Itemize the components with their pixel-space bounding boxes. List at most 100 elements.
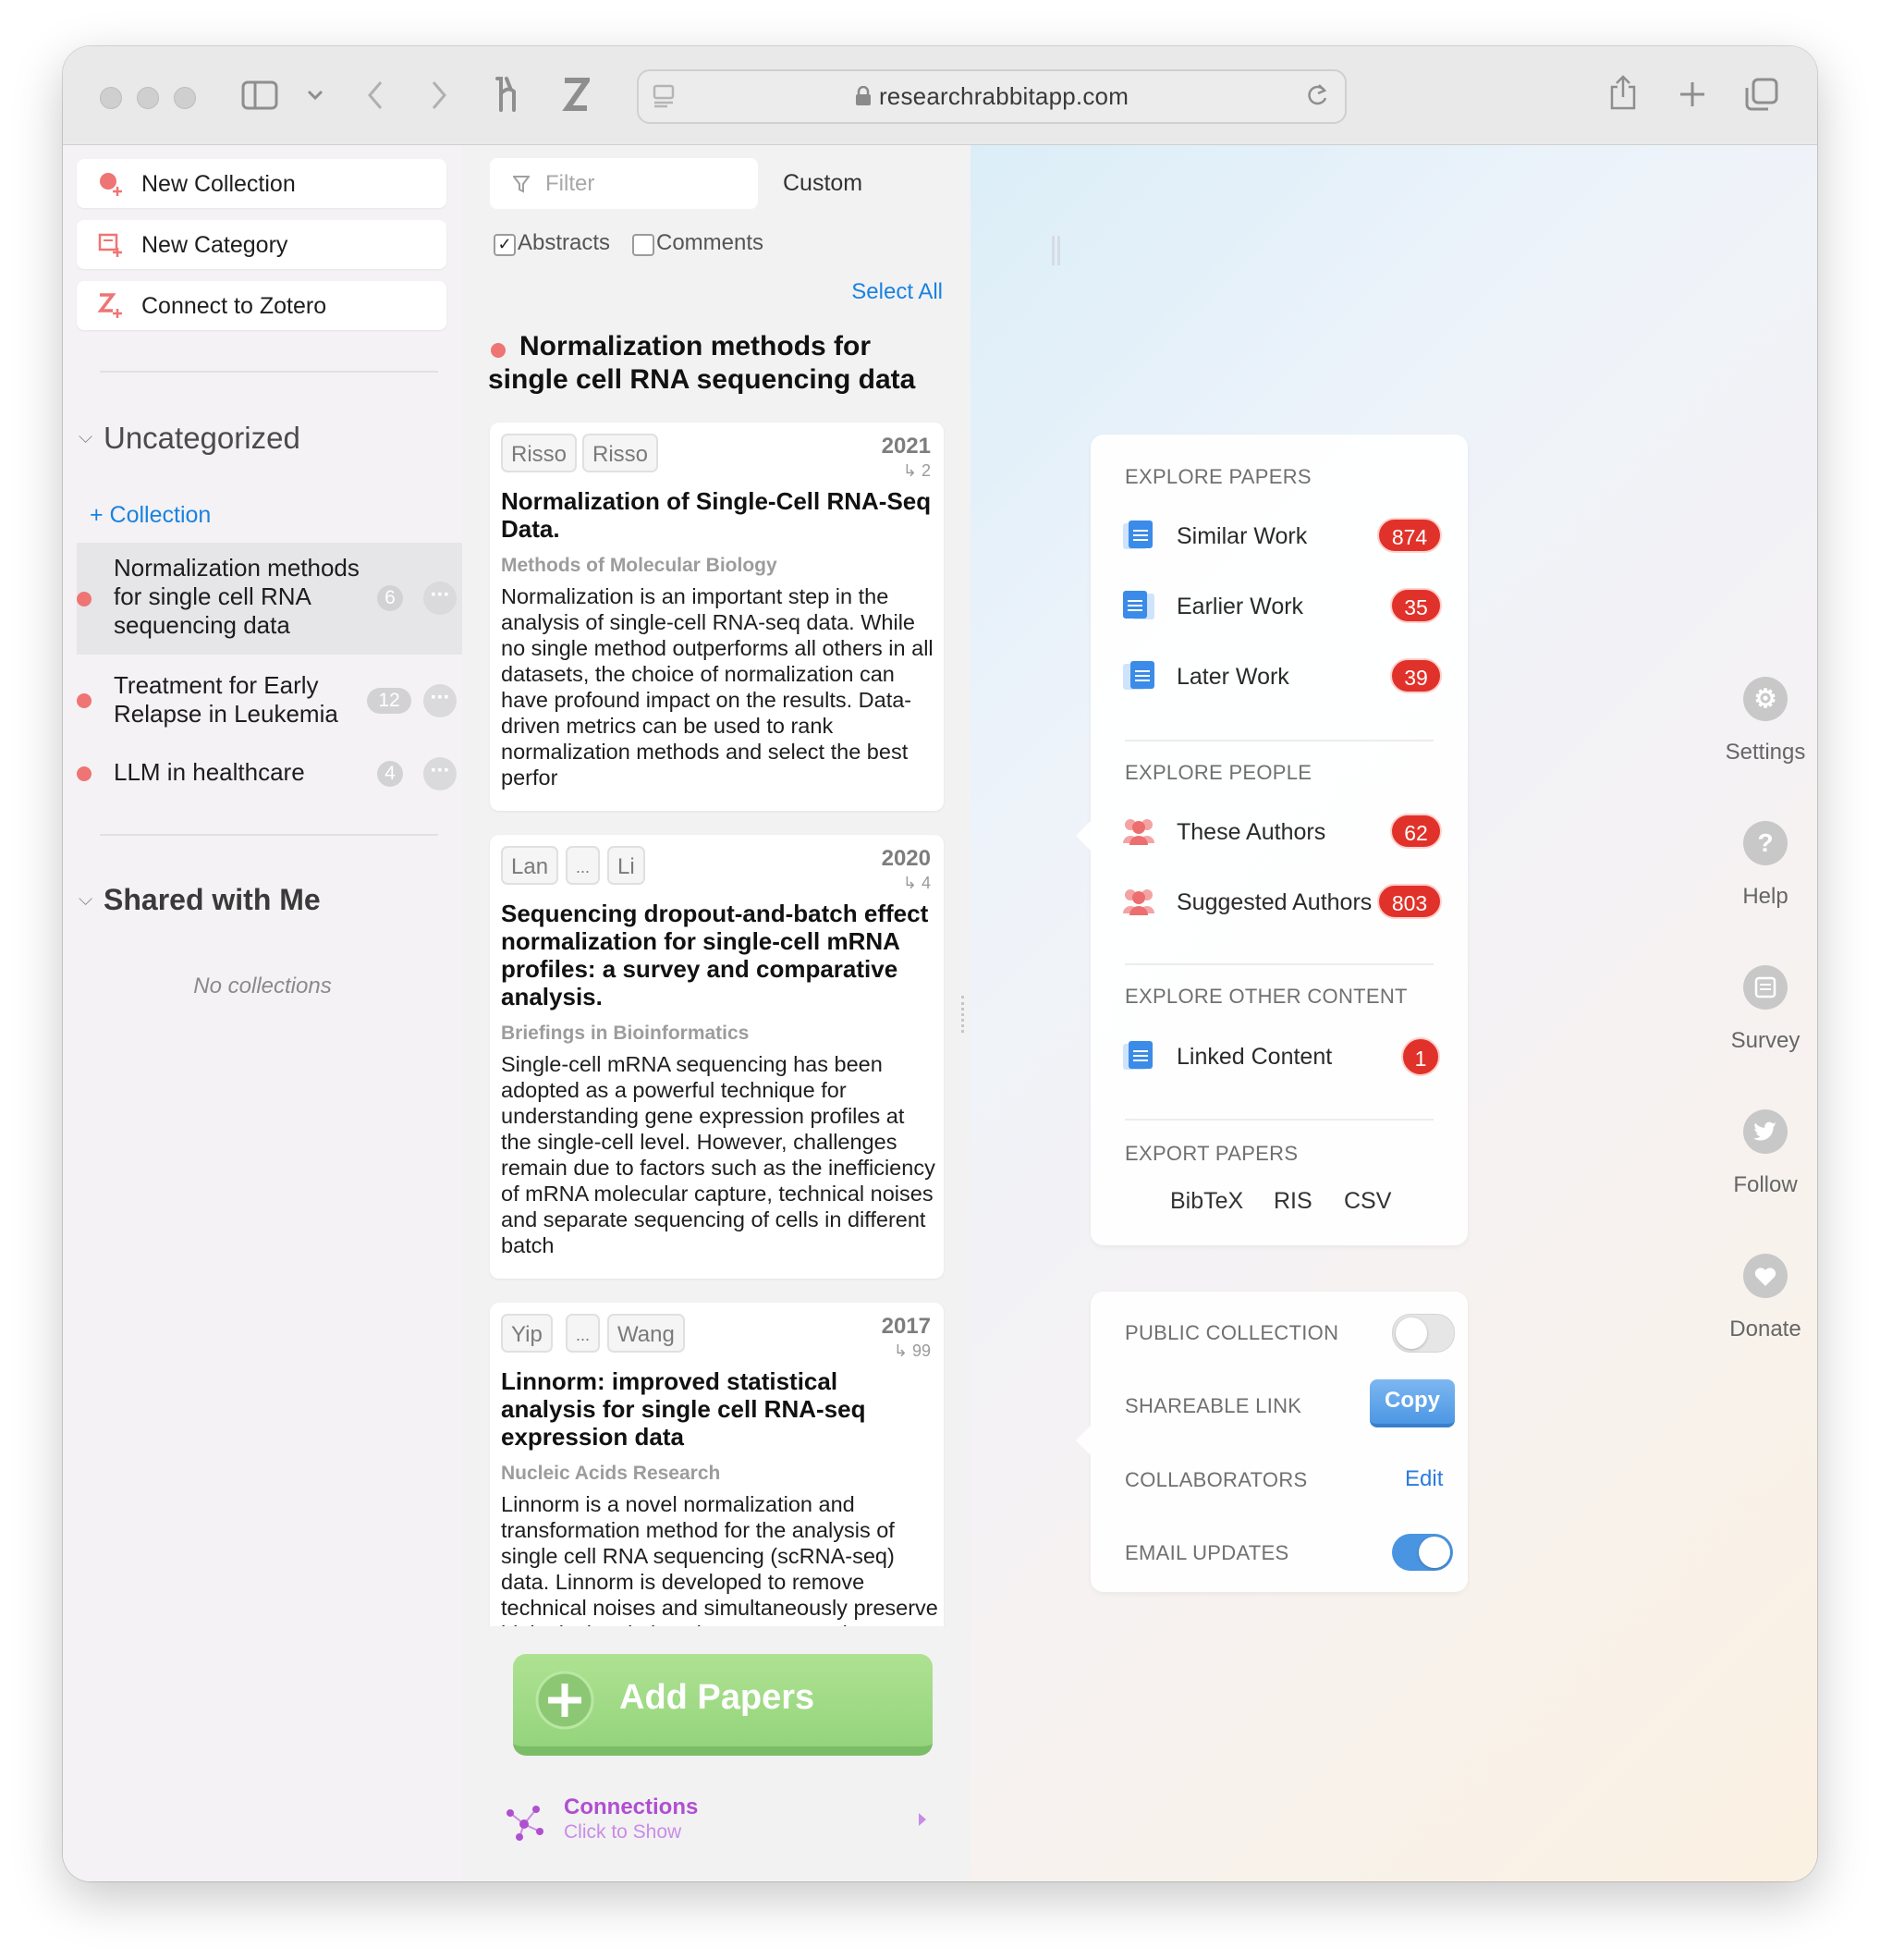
new-collection-label: New Collection [141, 171, 296, 197]
author-chip[interactable]: Risso [582, 434, 659, 472]
collection-count-badge: 6 [377, 585, 403, 611]
collection-dot-icon [77, 693, 92, 708]
connections-toggle[interactable]: Connections Click to Show [490, 1791, 943, 1850]
collections-sidebar: New Collection New Category Connect to Z… [63, 145, 462, 1881]
toggle-knob [1419, 1537, 1450, 1568]
address-bar[interactable]: researchrabbitapp.com [637, 69, 1347, 124]
card-pointer [1076, 1426, 1091, 1455]
collection-item[interactable]: Normalization methods for single cell RN… [77, 543, 462, 655]
paper-title[interactable]: Linnorm: improved statistical analysis f… [501, 1367, 935, 1451]
paper-card[interactable]: Risso Risso 2021 ↳ 2 Normalization of Si… [490, 423, 944, 811]
later-work-item[interactable]: Later Work 39 [1091, 649, 1468, 704]
new-collection-button[interactable]: New Collection [77, 159, 446, 208]
select-all-link[interactable]: Select All [851, 279, 943, 305]
citation-count: ↳ 4 [902, 874, 931, 892]
twitter-icon[interactable] [1743, 1109, 1788, 1154]
export-ris-button[interactable]: RIS [1274, 1188, 1312, 1215]
new-tab-icon[interactable] [1678, 80, 1707, 109]
add-collection-link[interactable]: + Collection [90, 502, 211, 529]
collection-item[interactable]: Treatment for Early Relapse in Leukemia … [77, 668, 462, 732]
tab-overview-icon[interactable] [1743, 76, 1780, 113]
collection-dot-icon [77, 766, 92, 781]
paper-card[interactable]: Lan ... Li 2020 ↳ 4 Sequencing dropout-a… [490, 835, 944, 1279]
comments-checkbox[interactable] [632, 234, 654, 256]
author-chip[interactable]: Li [607, 846, 645, 885]
author-chip[interactable]: ... [566, 846, 601, 885]
copy-link-button[interactable]: Copy [1370, 1379, 1455, 1427]
paper-journal: Briefings in Bioinformatics [501, 1023, 750, 1044]
more-options-icon[interactable]: ··· [423, 684, 457, 717]
earlier-work-count: 35 [1390, 588, 1442, 623]
connect-zotero-button[interactable]: Connect to Zotero [77, 281, 446, 330]
help-icon[interactable]: ? [1743, 821, 1788, 865]
paper-year: 2017 [881, 1314, 931, 1339]
these-authors-label: These Authors [1177, 819, 1326, 845]
more-options-icon[interactable]: ··· [423, 582, 457, 615]
earlier-work-label: Earlier Work [1177, 594, 1304, 619]
public-collection-label: PUBLIC COLLECTION [1125, 1321, 1339, 1344]
paper-title[interactable]: Sequencing dropout-and-batch effect norm… [501, 900, 935, 1011]
sidebar-toggle-icon[interactable] [241, 80, 278, 111]
collection-count-badge: 4 [377, 761, 403, 787]
survey-label[interactable]: Survey [1710, 1028, 1817, 1054]
donate-label[interactable]: Donate [1710, 1317, 1817, 1342]
paper-card[interactable]: Yip ... Wang 2017 ↳ 99 Linnorm: improved… [490, 1303, 944, 1626]
sort-dropdown[interactable]: Custom [783, 170, 862, 197]
paper-journal: Methods of Molecular Biology [501, 555, 777, 576]
earlier-work-item[interactable]: Earlier Work 35 [1091, 579, 1468, 634]
linked-content-item[interactable]: Linked Content 1 [1091, 1029, 1468, 1084]
share-icon[interactable] [1606, 72, 1640, 113]
settings-label[interactable]: Settings [1710, 740, 1817, 766]
card-pointer [1076, 821, 1091, 851]
survey-icon[interactable] [1743, 965, 1788, 1010]
heart-icon[interactable] [1743, 1254, 1788, 1298]
more-options-icon[interactable]: ··· [423, 757, 457, 790]
public-collection-toggle[interactable] [1392, 1314, 1455, 1353]
shared-with-me-heading[interactable]: Shared with Me [104, 883, 321, 917]
new-collection-icon [100, 173, 122, 196]
zotero-extension-icon[interactable] [560, 76, 592, 113]
author-chip[interactable]: Lan [501, 846, 559, 885]
edit-collaborators-link[interactable]: Edit [1405, 1466, 1443, 1492]
shared-chevron-icon[interactable]: ⌵ [79, 889, 92, 911]
resize-handle[interactable] [1052, 236, 1055, 265]
minimize-window-button[interactable] [137, 87, 159, 109]
chevron-down-icon[interactable] [305, 85, 325, 105]
paper-abstract: Single-cell mRNA sequencing has been ado… [501, 1052, 935, 1257]
citation-count: ↳ 2 [902, 461, 931, 480]
author-chip[interactable]: Wang [607, 1314, 685, 1353]
uncategorized-heading[interactable]: Uncategorized [104, 421, 300, 456]
author-chip[interactable]: Yip [501, 1314, 553, 1353]
author-chip[interactable]: ... [566, 1314, 601, 1353]
forward-icon[interactable] [427, 78, 451, 113]
collection-name: Treatment for Early Relapse in Leukemia [114, 671, 338, 728]
resize-handle[interactable] [1057, 236, 1060, 265]
help-label[interactable]: Help [1710, 884, 1817, 910]
close-window-button[interactable] [100, 87, 122, 109]
reload-icon[interactable] [1304, 82, 1330, 108]
filter-input[interactable]: Filter [490, 158, 758, 209]
collection-item[interactable]: LLM in healthcare 4 ··· [77, 751, 462, 797]
author-chip[interactable]: Risso [501, 434, 578, 472]
export-bibtex-button[interactable]: BibTeX [1170, 1188, 1243, 1215]
these-authors-item[interactable]: These Authors 62 [1091, 804, 1468, 860]
abstracts-checkbox[interactable]: ✓ [494, 234, 516, 256]
zoom-window-button[interactable] [174, 87, 196, 109]
add-papers-button[interactable]: Add Papers [513, 1654, 933, 1756]
export-csv-button[interactable]: CSV [1344, 1188, 1391, 1215]
earlier-work-icon [1123, 591, 1154, 619]
follow-label[interactable]: Follow [1710, 1172, 1817, 1198]
suggested-authors-item[interactable]: Suggested Authors 803 [1091, 875, 1468, 930]
explore-card: EXPLORE PAPERS Similar Work 874 Earlier … [1076, 435, 1468, 1245]
panel-drag-handle[interactable] [961, 996, 967, 1033]
email-updates-toggle[interactable] [1392, 1534, 1453, 1571]
paper-title[interactable]: Normalization of Single-Cell RNA-Seq Dat… [501, 487, 935, 543]
lock-icon [855, 85, 871, 105]
back-icon[interactable] [363, 78, 387, 113]
settings-icon[interactable]: ⚙ [1743, 677, 1788, 721]
new-category-button[interactable]: New Category [77, 220, 446, 269]
comments-label: Comments [656, 230, 764, 255]
researchrabbit-extension-icon[interactable] [488, 74, 525, 115]
uncategorized-chevron-icon[interactable]: ⌵ [79, 427, 92, 448]
similar-work-item[interactable]: Similar Work 874 [1091, 508, 1468, 564]
